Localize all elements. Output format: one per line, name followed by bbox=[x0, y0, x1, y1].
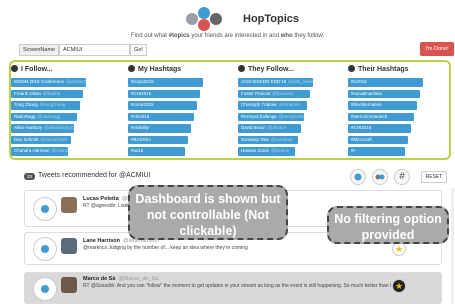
tagline: Find out what #topics your friends are i… bbox=[130, 33, 325, 39]
logo-dot bbox=[198, 7, 210, 19]
avatar bbox=[61, 197, 77, 213]
follow-circle-button[interactable] bbox=[33, 237, 57, 261]
hashtag-filter-icon[interactable]: # bbox=[394, 169, 410, 185]
dashboard-column: Their Hashtags #ic2016 #socialmachine #bloc… bbox=[348, 65, 449, 156]
dashboard-pill: Hassan Zamir @hzamir bbox=[238, 147, 295, 156]
avatar bbox=[61, 238, 77, 254]
tweet-count-badge: 20 bbox=[24, 173, 35, 180]
filter-callout: No filtering option provided bbox=[327, 206, 449, 244]
go-button[interactable]: Go! bbox=[130, 44, 147, 56]
hashtag-icon bbox=[348, 65, 355, 72]
tweet-author: Lucas Poletta bbox=[83, 196, 119, 202]
done-button[interactable]: I'm Done! bbox=[420, 42, 454, 56]
dashboard-column: They Follow... ACM SIGKDD KDD'15 @kdd_news… bbox=[238, 65, 345, 156]
follow-circle-button[interactable] bbox=[33, 197, 57, 221]
tweet-card: Marco de Sá @Marco_de_Sá RT @Sssaddr: And… bbox=[24, 272, 442, 304]
tweet-handle: @Marco_de_Sá bbox=[118, 276, 159, 282]
dashboard-pill: David Braun @dbraun bbox=[238, 124, 301, 133]
recommendation-title: Tweets recommended for @ACMIUI bbox=[38, 172, 151, 179]
dashboard-pill: #visibility bbox=[128, 124, 191, 133]
dashboard-pill: Dan Schmitt @danschmitt bbox=[11, 135, 71, 144]
logo-dot bbox=[210, 13, 222, 25]
dashboard-callout: Dashboard is shown but not controllable … bbox=[128, 185, 288, 240]
dashboard-pill: #blockternation bbox=[348, 101, 417, 110]
dashboard-pill: #cscw2015 bbox=[128, 101, 197, 110]
follow-circle-button[interactable] bbox=[33, 277, 57, 301]
dashboard-pill: #BADSho bbox=[128, 135, 188, 144]
dashboard-pill: #socialmachine bbox=[348, 89, 420, 98]
brand-name: HopTopics bbox=[243, 13, 300, 25]
dashboard-pill: #chi2015 bbox=[128, 112, 194, 121]
dashboard-pill: #ic2016 bbox=[348, 78, 423, 87]
reset-button[interactable]: RESET bbox=[421, 171, 447, 183]
column-title: Their Hashtags bbox=[348, 65, 449, 75]
dashboard-pill: #t bbox=[348, 147, 405, 156]
dashboard-pill: ACM SIGKDD KDD'15 @kdd_news bbox=[238, 78, 313, 87]
column-title: I Follow... bbox=[11, 65, 118, 75]
hoptopics-logo bbox=[186, 6, 238, 32]
dashboard-pill: #CHI2015 bbox=[348, 124, 411, 133]
dashboard-pill: Chandra Harrison@chandra bbox=[11, 147, 68, 156]
app-root: HopTopics Find out what #topics your fri… bbox=[0, 0, 455, 304]
dashboard-pill: #ntercomresearch bbox=[348, 112, 414, 121]
tweet-author: Marco de Sá bbox=[83, 276, 116, 282]
avatar bbox=[61, 277, 77, 293]
hashtag-icon bbox=[128, 65, 135, 72]
dashboard-pill: #ux15 bbox=[128, 147, 185, 156]
dashboard-pill: #Microsoft bbox=[348, 135, 408, 144]
column-title: They Follow... bbox=[238, 65, 345, 75]
star-icon[interactable]: ★ bbox=[392, 279, 406, 293]
logo-dot bbox=[198, 19, 210, 31]
dashboard-pill: RecSysChallenge@recsyschallenge bbox=[238, 112, 304, 121]
dashboard-column: I Follow... WSDM 2016 Conference@wsdm2016… bbox=[11, 65, 118, 156]
dashboard-pill: WSDM 2016 Conference@wsdm2016 bbox=[11, 78, 86, 87]
star-icon[interactable]: ★ bbox=[392, 242, 406, 256]
circle-filter-icon[interactable] bbox=[350, 169, 366, 185]
dashboard-pill: Allan Hanbury @allanhanbury bbox=[11, 124, 74, 133]
dashboard-pill: Sondeep Tata @sondeep bbox=[238, 135, 298, 144]
tweet-text: RT @Sssaddr: And you can "follow" the mo… bbox=[83, 283, 405, 289]
dashboard-pill: #iccps2015 bbox=[128, 78, 203, 87]
dashboard-pill: RadoRagg @radoragg bbox=[11, 112, 77, 121]
screen-name-input[interactable]: ACMIUI bbox=[59, 44, 130, 56]
tweet-text: @markncs Judging by the number of... kee… bbox=[83, 245, 248, 251]
scrollbar[interactable] bbox=[451, 188, 454, 304]
people-filter-icon[interactable] bbox=[372, 169, 388, 185]
tweet-author: Lane Harrison bbox=[83, 238, 120, 244]
dashboard-panel: I Follow... WSDM 2016 Conference@wsdm2016… bbox=[9, 60, 451, 160]
dashboard-pill: Foster Provost @fprovost bbox=[238, 89, 310, 98]
dashboard-pill: Christoph Trattner @ctrattner bbox=[238, 101, 307, 110]
recommendation-header: 20 Tweets recommended for @ACMIUI # RESE… bbox=[9, 167, 451, 187]
logo-dot bbox=[186, 13, 198, 25]
dashboard-pill: Fredrik Olsön @fredrik bbox=[11, 89, 83, 98]
column-title: My Hashtags bbox=[128, 65, 235, 75]
screen-name-label: ScreenName bbox=[19, 44, 59, 56]
dashboard-column: My Hashtags #iccps2015 #CHI2016 #cscw2015 #c… bbox=[128, 65, 235, 156]
dashboard-pill: Tong Zhang @tongzhang bbox=[11, 101, 80, 110]
person-icon bbox=[11, 65, 18, 72]
dashboard-pill: #CHI2016 bbox=[128, 89, 200, 98]
people-icon bbox=[238, 65, 245, 72]
